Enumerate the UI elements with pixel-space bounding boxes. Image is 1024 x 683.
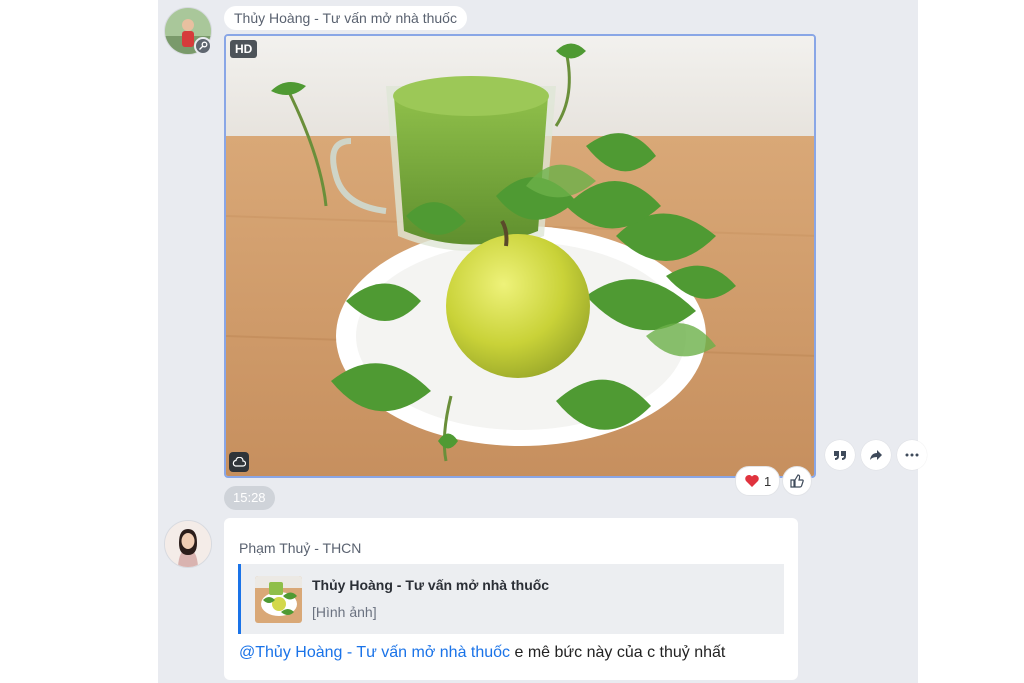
- quote-subtitle: [Hình ảnh]: [312, 604, 377, 620]
- reaction-count: 1: [764, 473, 772, 489]
- thumbs-up-icon: [790, 474, 804, 488]
- key-icon: [194, 37, 212, 55]
- share-icon[interactable]: [861, 440, 891, 470]
- message-body: e mê bức này của c thuỷ nhất: [510, 644, 726, 661]
- message-actions: [825, 440, 927, 470]
- more-icon[interactable]: [897, 440, 927, 470]
- reply-message[interactable]: Phạm Thuỷ - THCN Thủy Hoàng - Tư vấn mở …: [224, 518, 798, 680]
- quote-icon[interactable]: [825, 440, 855, 470]
- quote-thumbnail: [255, 576, 302, 623]
- cloud-icon[interactable]: [229, 452, 249, 472]
- sender-name[interactable]: Thủy Hoàng - Tư vấn mở nhà thuốc: [224, 6, 467, 30]
- photo-attachment[interactable]: [224, 34, 816, 478]
- sender-name[interactable]: Phạm Thuỷ - THCN: [239, 540, 361, 556]
- mention-link[interactable]: @Thủy Hoàng - Tư vấn mở nhà thuốc: [239, 644, 510, 661]
- quote-title: Thủy Hoàng - Tư vấn mở nhà thuốc: [312, 577, 550, 593]
- hd-badge: HD: [230, 40, 258, 58]
- quoted-message[interactable]: Thủy Hoàng - Tư vấn mở nhà thuốc [Hình ả…: [238, 564, 784, 634]
- message-text: @Thủy Hoàng - Tư vấn mở nhà thuốc e mê b…: [239, 644, 725, 662]
- reaction-badge[interactable]: 1: [735, 466, 781, 496]
- like-button[interactable]: [782, 466, 812, 496]
- avatar[interactable]: [164, 520, 212, 568]
- heart-icon: [745, 475, 759, 487]
- message-time: 15:28: [224, 486, 275, 510]
